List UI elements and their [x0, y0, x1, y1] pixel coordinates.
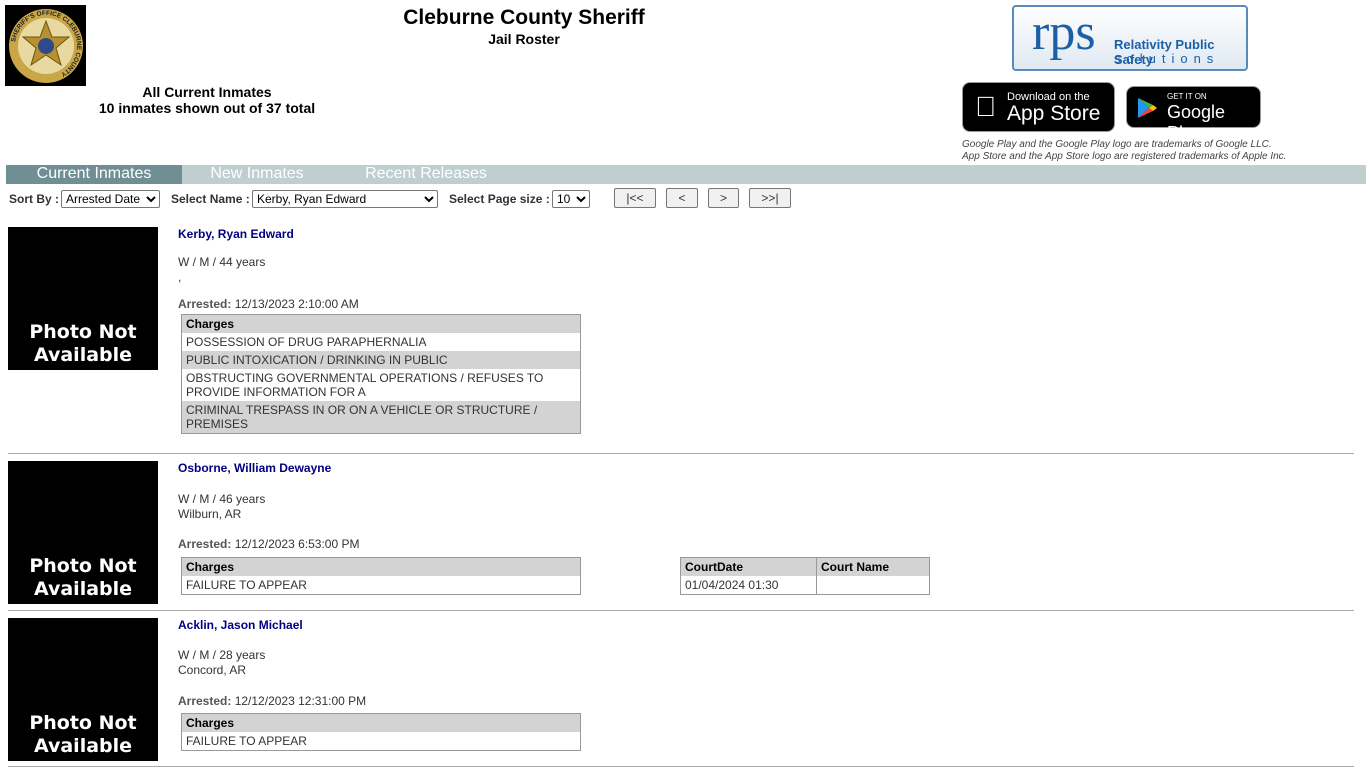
- tab-current-inmates[interactable]: Current Inmates: [6, 165, 182, 184]
- arrest-info: Arrested: 12/13/2023 2:10:00 AM: [178, 297, 359, 311]
- name-label: Select Name :: [171, 192, 250, 206]
- trademark-notice: Google Play and the Google Play logo are…: [962, 139, 1286, 163]
- google-play-big: Google Play: [1167, 102, 1226, 143]
- divider: [8, 766, 1354, 767]
- sort-label: Sort By :: [9, 192, 60, 206]
- inmate-location: Concord, AR: [178, 663, 247, 677]
- arrested-date: 12/12/2023 6:53:00 PM: [234, 537, 360, 551]
- summary-title: All Current Inmates: [142, 84, 272, 100]
- charge-row: PUBLIC INTOXICATION / DRINKING IN PUBLIC: [181, 351, 581, 369]
- tab-recent-releases[interactable]: Recent Releases: [346, 165, 506, 184]
- divider: [8, 453, 1354, 454]
- sort-select[interactable]: Arrested Date: [61, 190, 160, 208]
- arrested-date: 12/12/2023 12:31:00 PM: [234, 694, 367, 708]
- arrest-info: Arrested: 12/12/2023 12:31:00 PM: [178, 694, 366, 708]
- arrested-label: Arrested:: [178, 297, 232, 311]
- charge-row: FAILURE TO APPEAR: [186, 578, 307, 592]
- rps-logo[interactable]: rps Relativity Public Safety solutions: [1012, 4, 1248, 71]
- arrested-label: Arrested:: [178, 694, 232, 708]
- rps-logo-text: rps: [1032, 4, 1096, 61]
- charges-table: Charges FAILURE TO APPEAR: [181, 557, 581, 595]
- arrested-date: 12/13/2023 2:10:00 AM: [234, 297, 359, 311]
- apple-icon: : [975, 91, 996, 123]
- inmate-demographics: W / M / 44 years: [178, 255, 266, 269]
- google-play-button[interactable]: GET IT ON Google Play: [1126, 86, 1261, 143]
- inmate-summary: All Current Inmates 10 inmates shown out…: [40, 84, 374, 116]
- next-page-button[interactable]: >: [708, 188, 739, 208]
- inmate-location: Wilburn, AR: [178, 507, 242, 521]
- name-select[interactable]: Kerby, Ryan Edward: [252, 190, 438, 208]
- arrested-label: Arrested:: [178, 537, 232, 551]
- app-store-button[interactable]:  Download on the App Store: [962, 82, 1115, 132]
- google-play-icon: [1138, 98, 1157, 118]
- court-date-header: CourtDate: [680, 557, 817, 576]
- inmate-demographics: W / M / 28 years: [178, 648, 266, 662]
- charges-header: Charges: [181, 713, 581, 732]
- google-play-small: GET IT ON: [1167, 92, 1207, 101]
- inmate-photo-placeholder: Photo Not Available: [8, 461, 158, 604]
- page-title: Cleburne County Sheriff: [403, 6, 645, 29]
- inmate-name-link[interactable]: Osborne, William Dewayne: [178, 461, 331, 475]
- summary-count: 10 inmates shown out of 37 total: [98, 100, 316, 116]
- divider: [8, 610, 1354, 611]
- court-date: 01/04/2024 01:30: [680, 576, 817, 595]
- first-page-button[interactable]: |<<: [614, 188, 656, 208]
- charges-table: Charges FAILURE TO APPEAR: [181, 713, 581, 751]
- google-trademark: Google Play and the Google Play logo are…: [962, 139, 1272, 150]
- page-subtitle: Jail Roster: [488, 31, 560, 47]
- charges-header: Charges: [181, 314, 581, 333]
- charge-row: FAILURE TO APPEAR: [186, 734, 307, 748]
- inmate-name-link[interactable]: Kerby, Ryan Edward: [178, 227, 294, 241]
- court-name: [817, 576, 930, 595]
- inmate-location: ,: [178, 270, 182, 284]
- charges-table: Charges POSSESSION OF DRUG PARAPHERNALIA…: [181, 314, 581, 434]
- charges-header: Charges: [181, 557, 581, 576]
- inmate-photo-placeholder: Photo Not Available: [8, 618, 158, 761]
- arrest-info: Arrested: 12/12/2023 6:53:00 PM: [178, 537, 359, 551]
- app-store-big: App Store: [1007, 102, 1101, 125]
- prev-page-button[interactable]: <: [666, 188, 698, 208]
- tab-bar: Current Inmates New Inmates Recent Relea…: [6, 165, 1366, 184]
- tab-new-inmates[interactable]: New Inmates: [182, 165, 332, 184]
- last-page-button[interactable]: >>|: [749, 188, 791, 208]
- rps-logo-line2: solutions: [1114, 51, 1220, 66]
- page-size-label: Select Page size :: [449, 192, 550, 206]
- inmate-name-link[interactable]: Acklin, Jason Michael: [178, 618, 303, 632]
- court-name-header: Court Name: [816, 557, 930, 576]
- charge-row: OBSTRUCTING GOVERNMENTAL OPERATIONS / RE…: [186, 371, 544, 399]
- court-table: CourtDate Court Name 01/04/2024 01:30: [680, 557, 930, 595]
- inmate-photo-placeholder: Photo Not Available: [8, 227, 158, 370]
- inmate-demographics: W / M / 46 years: [178, 492, 266, 506]
- apple-trademark: App Store and the App Store logo are reg…: [962, 151, 1287, 162]
- charge-row: POSSESSION OF DRUG PARAPHERNALIA: [186, 335, 427, 349]
- page-size-select[interactable]: 10: [552, 190, 590, 208]
- charge-row: CRIMINAL TRESPASS IN OR ON A VEHICLE OR …: [181, 401, 581, 434]
